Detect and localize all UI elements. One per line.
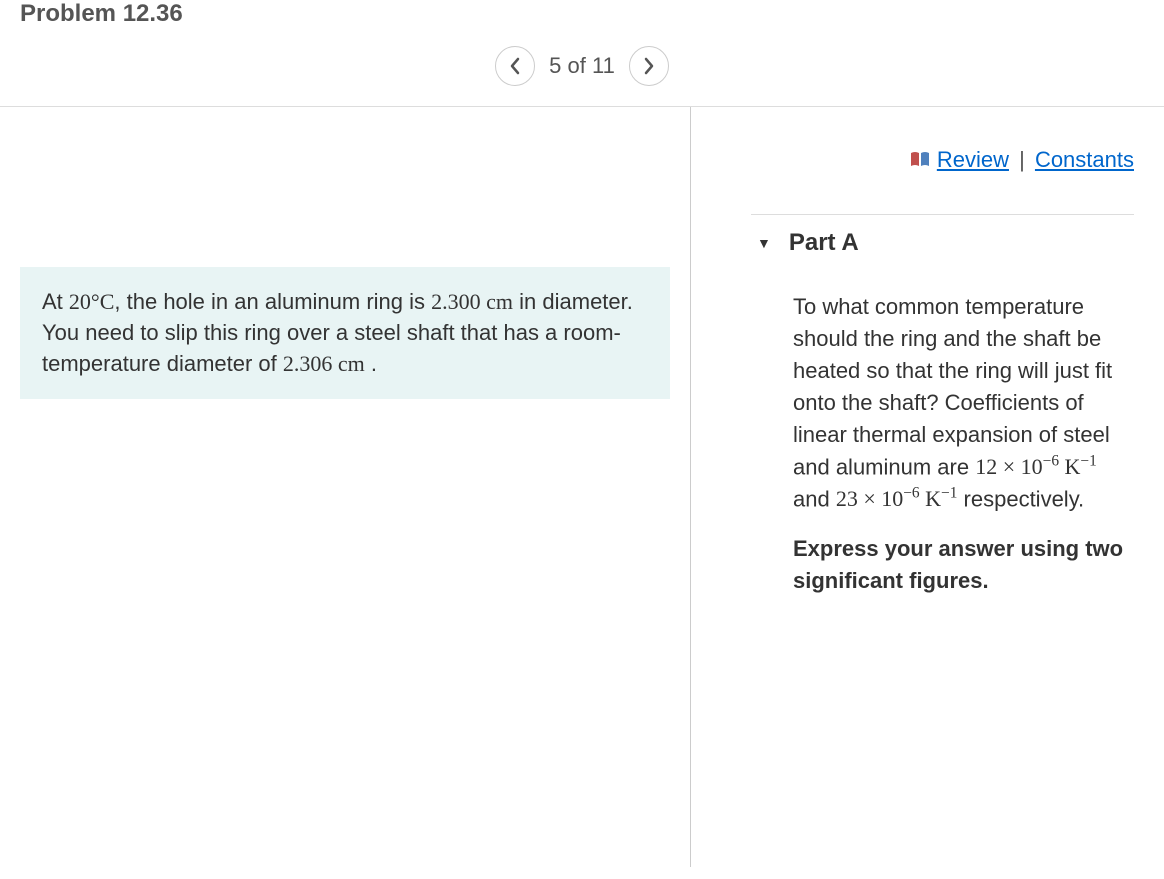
text: and xyxy=(793,486,836,511)
problem-nav: 5 of 11 xyxy=(20,36,1144,106)
problem-statement: At 20°C, the hole in an aluminum ring is… xyxy=(20,267,670,399)
constants-link[interactable]: Constants xyxy=(1035,147,1134,172)
answer-instruction: Express your answer using two significan… xyxy=(793,533,1134,597)
coefficient-aluminum: 23 × 10−6 K−1 xyxy=(836,486,958,511)
book-icon xyxy=(909,148,931,174)
text: , the hole in an aluminum ring is xyxy=(114,289,431,314)
links-row: Review | Constants xyxy=(751,127,1134,214)
link-separator: | xyxy=(1019,147,1025,172)
temperature-value: 20°C xyxy=(69,289,115,314)
coefficient-steel: 12 × 10−6 K−1 xyxy=(975,454,1097,479)
answer-pane: Review | Constants ▼ Part A To what comm… xyxy=(691,107,1164,867)
diameter-2: 2.306 cm xyxy=(283,351,365,376)
question-body: To what common temperature should the ri… xyxy=(793,294,1112,479)
part-a-header[interactable]: ▼ Part A xyxy=(751,214,1134,271)
chevron-down-icon: ▼ xyxy=(757,235,771,251)
diameter-1: 2.300 cm xyxy=(431,289,513,314)
nav-counter: 5 of 11 xyxy=(549,53,615,79)
question-text: To what common temperature should the ri… xyxy=(751,271,1134,597)
part-label: Part A xyxy=(789,229,859,257)
next-button[interactable] xyxy=(629,46,669,86)
problem-title: Problem 12.36 xyxy=(20,0,1144,36)
chevron-right-icon xyxy=(643,57,655,75)
chevron-left-icon xyxy=(509,57,521,75)
text: . xyxy=(365,351,377,376)
problem-statement-pane: At 20°C, the hole in an aluminum ring is… xyxy=(0,107,690,867)
text: respectively. xyxy=(957,486,1084,511)
prev-button[interactable] xyxy=(495,46,535,86)
text: At xyxy=(42,289,69,314)
review-link[interactable]: Review xyxy=(937,147,1009,172)
